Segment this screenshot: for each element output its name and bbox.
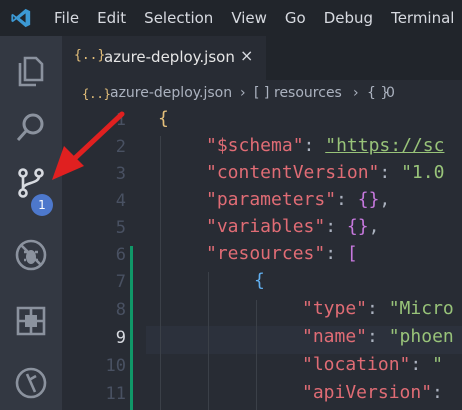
- code-line-9: "name": "phoen: [302, 326, 454, 347]
- code-line-3: "contentVersion": "1.0: [206, 162, 444, 183]
- json-value: "1.0: [401, 162, 445, 183]
- menu-edit[interactable]: Edit: [97, 9, 126, 27]
- line-number: 6: [115, 245, 126, 265]
- modified-lines-indicator: [130, 246, 133, 410]
- colon: :: [325, 243, 347, 264]
- json-file-icon: {..}: [82, 87, 111, 101]
- vscode-window: File Edit Selection View Go Debug Termin…: [0, 0, 462, 410]
- activity-debug[interactable]: [0, 226, 62, 282]
- json-value: "Micro: [388, 298, 454, 319]
- explorer-icon: [18, 56, 44, 87]
- indent-guide: [208, 272, 209, 410]
- menu-go[interactable]: Go: [285, 9, 306, 27]
- json-key: "resources": [206, 243, 326, 264]
- colon: :: [432, 382, 454, 403]
- menu-view[interactable]: View: [231, 9, 267, 27]
- indent-guide: [256, 300, 257, 410]
- menu-selection[interactable]: Selection: [144, 9, 213, 27]
- tab-bar: {..} azure-deploy.json ×: [62, 36, 462, 80]
- code-line-8: "type": "Micro: [302, 298, 454, 319]
- json-key: "variables": [206, 216, 326, 237]
- line-number: 4: [115, 191, 126, 211]
- code-line-11: "apiVersion":: [302, 382, 454, 403]
- open-brace: {: [158, 108, 169, 129]
- json-key: "apiVersion": [302, 382, 433, 403]
- title-bar: File Edit Selection View Go Debug Termin…: [0, 0, 462, 36]
- code-line-1: {: [158, 108, 169, 129]
- close-icon[interactable]: ×: [240, 46, 253, 65]
- activity-extensions[interactable]: [0, 292, 62, 348]
- activity-explorer[interactable]: [0, 42, 62, 98]
- json-value: {}: [346, 216, 369, 237]
- code-line-6: "resources": [: [206, 243, 358, 264]
- menu-bar: File Edit Selection View Go Debug Termin…: [54, 0, 462, 36]
- json-link-value[interactable]: "https://sc: [325, 135, 444, 156]
- breadcrumb: {..} azure-deploy.json › [ ] resources ›…: [62, 80, 462, 108]
- json-key: "name": [302, 326, 368, 347]
- colon: :: [303, 135, 326, 156]
- line-number: 7: [115, 272, 126, 292]
- activity-remote[interactable]: [0, 354, 62, 410]
- json-key: "type": [302, 298, 368, 319]
- json-key: "parameters": [206, 189, 337, 210]
- array-icon: [ ]: [254, 85, 270, 101]
- code-line-7: {: [254, 270, 265, 291]
- breadcrumb-resources[interactable]: resources: [274, 85, 342, 101]
- code-line-4: "parameters": {},: [206, 189, 390, 210]
- debug-icon: [15, 239, 47, 271]
- open-bracket: [: [346, 243, 358, 264]
- activity-search[interactable]: [0, 98, 62, 154]
- code-line-5: "variables": {},: [206, 216, 379, 237]
- breadcrumb-separator: ›: [240, 85, 246, 101]
- colon: :: [367, 298, 389, 319]
- colon: :: [410, 354, 433, 375]
- breadcrumb-file[interactable]: azure-deploy.json: [110, 85, 232, 101]
- extensions-icon: [16, 306, 46, 336]
- line-number: 11: [105, 384, 126, 404]
- line-number: 3: [115, 164, 126, 184]
- json-file-icon: {..}: [74, 48, 106, 63]
- menu-debug[interactable]: Debug: [324, 9, 373, 27]
- line-number: 5: [115, 218, 126, 238]
- colon: :: [379, 162, 402, 183]
- remote-icon: [15, 367, 47, 399]
- open-brace: {: [254, 270, 265, 291]
- code-line-10: "location": ": [302, 354, 443, 375]
- json-value: ": [432, 354, 443, 375]
- colon: :: [325, 216, 347, 237]
- line-number: 10: [105, 356, 126, 376]
- line-number: 8: [115, 300, 126, 320]
- code-editor[interactable]: 1 2 3 4 5 6 7 8 9 10 11 { "$schema": "ht…: [62, 108, 462, 410]
- json-key: "contentVersion": [206, 162, 380, 183]
- line-number-active: 9: [115, 328, 126, 348]
- line-number: 2: [115, 137, 126, 157]
- indent-guide: [160, 136, 161, 410]
- json-key: "location": [302, 354, 411, 375]
- comma: ,: [368, 216, 380, 237]
- tab-azure-deploy[interactable]: {..} azure-deploy.json ×: [62, 36, 266, 80]
- scm-count-badge: 1: [31, 194, 53, 216]
- line-number: 1: [115, 110, 126, 130]
- breadcrumb-index[interactable]: 0: [386, 85, 395, 101]
- tab-label: azure-deploy.json: [104, 48, 235, 66]
- json-value: "phoen: [388, 326, 454, 347]
- menu-terminal[interactable]: Terminal: [391, 9, 454, 27]
- activity-bar: 1: [0, 36, 62, 410]
- search-icon: [16, 113, 44, 142]
- breadcrumb-separator: ›: [353, 85, 359, 101]
- comma: ,: [379, 189, 391, 210]
- line-number-gutter: 1 2 3 4 5 6 7 8 9 10 11: [62, 108, 130, 410]
- colon: :: [367, 326, 389, 347]
- vscode-logo-icon: [11, 8, 31, 28]
- json-key: "$schema": [206, 135, 304, 156]
- json-value: {}: [357, 189, 380, 210]
- menu-file[interactable]: File: [54, 9, 79, 27]
- code-line-2: "$schema": "https://sc: [206, 135, 444, 156]
- colon: :: [336, 189, 358, 210]
